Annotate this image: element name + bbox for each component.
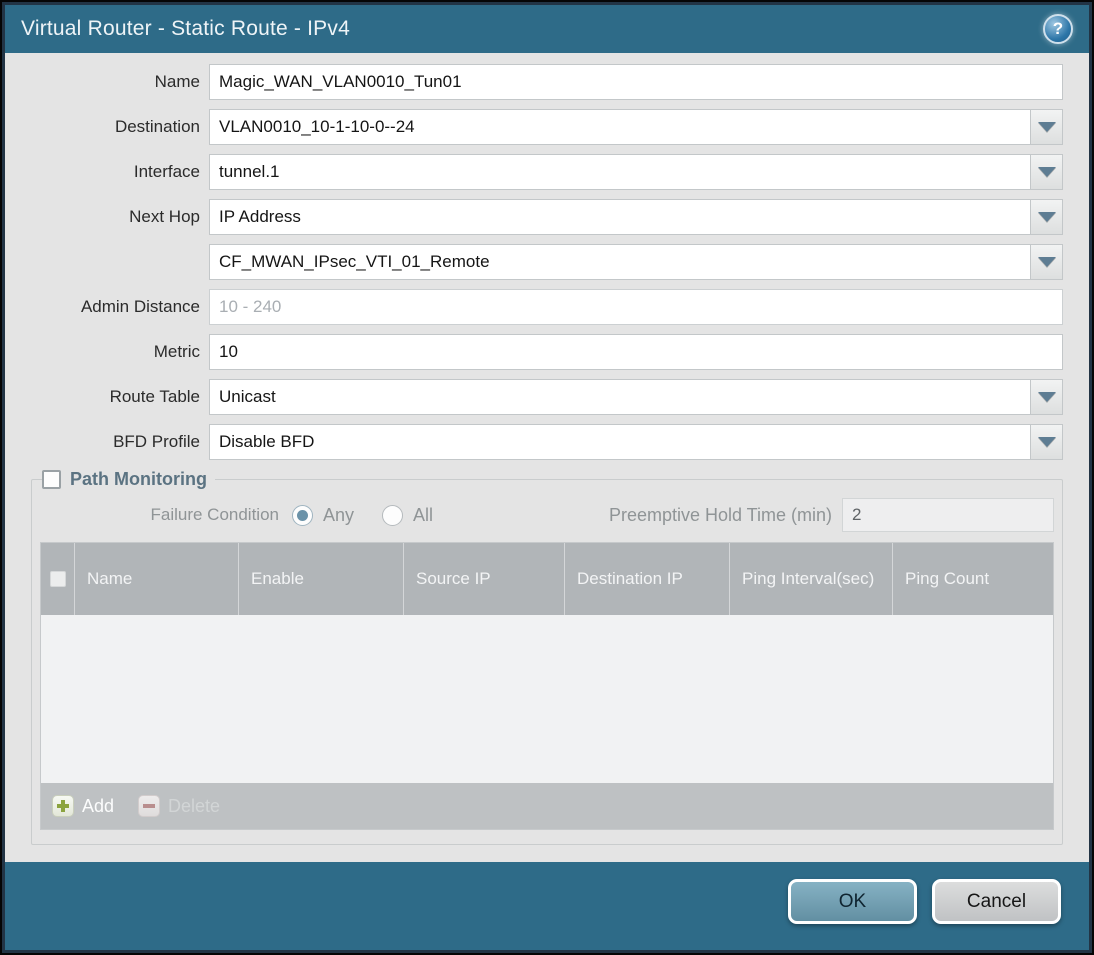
interface-input[interactable] — [209, 154, 1031, 190]
form-row-name: Name — [31, 64, 1063, 100]
chevron-down-icon — [1037, 257, 1056, 267]
next-hop-type-input[interactable] — [209, 199, 1031, 235]
bfd-profile-dropdown-button[interactable] — [1030, 424, 1063, 460]
dialog-footer: OK Cancel — [5, 862, 1089, 950]
table-header-row: Name Enable Source IP Destination IP Pin… — [41, 543, 1053, 615]
preemptive-hold-time-label: Preemptive Hold Time (min) — [608, 504, 832, 525]
bfd-profile-label: BFD Profile — [113, 432, 200, 451]
ok-button[interactable]: OK — [788, 879, 917, 924]
title-bar: Virtual Router - Static Route - IPv4 ? — [5, 5, 1089, 53]
preemptive-hold-time-input[interactable] — [842, 498, 1054, 532]
destination-input[interactable] — [209, 109, 1031, 145]
interface-dropdown-button[interactable] — [1030, 154, 1063, 190]
path-monitoring-title: Path Monitoring — [70, 469, 207, 489]
interface-label: Interface — [133, 162, 200, 181]
form-row-bfd-profile: BFD Profile — [31, 424, 1063, 460]
name-label: Name — [154, 72, 200, 91]
failure-condition-label: Failure Condition — [150, 505, 279, 524]
form-row-destination: Destination — [31, 109, 1063, 145]
form-row-interface: Interface — [31, 154, 1063, 190]
form-row-next-hop-address — [31, 244, 1063, 280]
delete-button[interactable]: Delete — [138, 795, 220, 817]
destination-label: Destination — [114, 117, 200, 136]
failure-condition-all-radio[interactable] — [382, 504, 404, 526]
path-monitoring-legend: Path Monitoring — [42, 469, 215, 490]
dialog-frame: Virtual Router - Static Route - IPv4 ? N… — [2, 2, 1092, 953]
name-input[interactable] — [209, 64, 1063, 100]
failure-condition-all-label: All — [413, 504, 434, 525]
path-monitoring-table: Name Enable Source IP Destination IP Pin… — [40, 542, 1054, 830]
metric-input[interactable] — [209, 334, 1063, 370]
path-monitoring-section: Path Monitoring Failure Condition Any Al… — [31, 469, 1063, 845]
table-header-ping-interval: Ping Interval(sec) — [730, 543, 893, 615]
chevron-down-icon — [1037, 122, 1056, 132]
minus-icon — [138, 795, 161, 817]
failure-condition-any-radio[interactable] — [292, 504, 313, 526]
select-all-checkbox[interactable] — [49, 571, 66, 587]
next-hop-address-input[interactable] — [209, 244, 1031, 280]
table-toolbar: Add Delete — [41, 783, 1053, 829]
admin-distance-label: Admin Distance — [80, 297, 200, 316]
table-header-name: Name — [75, 543, 239, 615]
route-table-label: Route Table — [109, 387, 200, 406]
chevron-down-icon — [1037, 392, 1056, 402]
chevron-down-icon — [1037, 167, 1056, 177]
add-button[interactable]: Add — [52, 795, 114, 817]
form-row-next-hop: Next Hop — [31, 199, 1063, 235]
table-header-source-ip: Source IP — [404, 543, 565, 615]
route-table-dropdown-button[interactable] — [1030, 379, 1063, 415]
chevron-down-icon — [1037, 212, 1056, 222]
add-button-label: Add — [82, 795, 115, 816]
table-header-ping-count: Ping Count — [905, 569, 990, 589]
dialog-title: Virtual Router - Static Route - IPv4 — [21, 17, 350, 40]
plus-icon — [52, 795, 74, 817]
table-header-enable: Enable — [239, 543, 404, 615]
help-icon[interactable]: ? — [1043, 14, 1073, 44]
next-hop-label: Next Hop — [129, 207, 200, 226]
failure-condition-any-label: Any — [323, 504, 355, 525]
delete-button-label: Delete — [168, 795, 221, 816]
table-header-select-cell — [41, 543, 75, 615]
metric-label: Metric — [153, 342, 200, 361]
table-header-destination-ip: Destination IP — [565, 543, 730, 615]
table-body-empty — [41, 615, 1053, 783]
next-hop-address-dropdown-button[interactable] — [1030, 244, 1063, 280]
dialog-window: Virtual Router - Static Route - IPv4 ? N… — [0, 0, 1094, 955]
destination-dropdown-button[interactable] — [1030, 109, 1063, 145]
next-hop-type-dropdown-button[interactable] — [1030, 199, 1063, 235]
path-monitoring-checkbox[interactable] — [42, 470, 61, 489]
dialog-body: Name Destination Interface — [5, 53, 1089, 862]
failure-condition-row: Failure Condition Any All Preemptive Hol… — [40, 498, 1054, 532]
form-row-admin-distance: Admin Distance — [31, 289, 1063, 325]
route-table-input[interactable] — [209, 379, 1031, 415]
form-row-route-table: Route Table — [31, 379, 1063, 415]
cancel-button[interactable]: Cancel — [932, 879, 1061, 924]
bfd-profile-input[interactable] — [209, 424, 1031, 460]
chevron-down-icon — [1037, 437, 1056, 447]
admin-distance-input[interactable] — [209, 289, 1063, 325]
form-row-metric: Metric — [31, 334, 1063, 370]
